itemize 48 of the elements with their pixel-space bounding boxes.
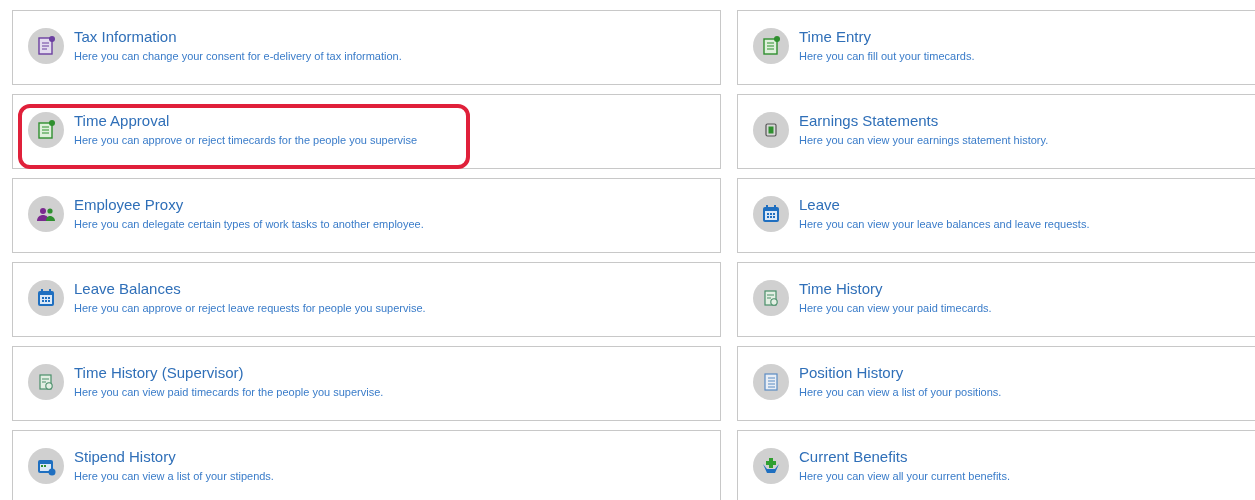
tile-description: Here you can approve or reject timecards for the people you supervise bbox=[74, 133, 417, 146]
people-icon bbox=[28, 195, 64, 232]
tile-title[interactable]: Time History bbox=[799, 279, 992, 297]
tile-card[interactable]: Position History Here you can view a list of your positions. bbox=[737, 346, 1255, 421]
tile-card[interactable]: Earnings Statements Here you can view your earnings statement history. bbox=[737, 94, 1255, 169]
tile-title[interactable]: Time Approval bbox=[74, 111, 417, 129]
clock-document-icon bbox=[28, 363, 64, 400]
calendar-icon bbox=[28, 279, 64, 316]
tile-title[interactable]: Time Entry bbox=[799, 27, 975, 45]
tile-description: Here you can view your paid timecards. bbox=[799, 301, 992, 314]
tile-description: Here you can fill out your timecards. bbox=[799, 49, 975, 62]
tile-title[interactable]: Employee Proxy bbox=[74, 195, 424, 213]
tile-title[interactable]: Leave Balances bbox=[74, 279, 426, 297]
tile-description: Here you can view your leave balances and leave requests. bbox=[799, 217, 1090, 230]
calendar-money-icon bbox=[28, 447, 64, 484]
timesheet-icon bbox=[753, 27, 789, 64]
tile-description: Here you can view a list of your positions. bbox=[799, 385, 1002, 398]
tile-description: Here you can view paid timecards for the people you supervise. bbox=[74, 385, 384, 398]
tile-description: Here you can change your consent for e-delivery of tax information. bbox=[74, 49, 402, 62]
timesheet-icon bbox=[28, 111, 64, 148]
tile-card[interactable]: Employee Proxy Here you can delegate certain types of work tasks to another employee. bbox=[12, 178, 721, 253]
tile-card[interactable]: Leave Here you can view your leave balances and leave requests. bbox=[737, 178, 1255, 253]
tile-card[interactable]: Time History Here you can view your paid timecards. bbox=[737, 262, 1255, 337]
tile-card[interactable]: Time Entry Here you can fill out your timecards. bbox=[737, 10, 1255, 85]
document-icon bbox=[28, 27, 64, 64]
hands-cross-icon bbox=[753, 447, 789, 484]
tile-title[interactable]: Leave bbox=[799, 195, 1090, 213]
list-document-icon bbox=[753, 363, 789, 400]
tile-title[interactable]: Earnings Statements bbox=[799, 111, 1049, 129]
tile-description: Here you can view a list of your stipends. bbox=[74, 469, 274, 482]
tile-description: Here you can delegate certain types of work tasks to another employee. bbox=[74, 217, 424, 230]
tile-card[interactable]: Current Benefits Here you can view all your current benefits. bbox=[737, 430, 1255, 500]
tile-title[interactable]: Stipend History bbox=[74, 447, 274, 465]
calendar-icon bbox=[753, 195, 789, 232]
tile-card[interactable]: Tax Information Here you can change your consent for e-delivery of tax information. bbox=[12, 10, 721, 85]
tile-card[interactable]: Leave Balances Here you can approve or reject leave requests for people you supervise. bbox=[12, 262, 721, 337]
tile-title[interactable]: Current Benefits bbox=[799, 447, 1010, 465]
tile-card[interactable]: Time History (Supervisor) Here you can view paid timecards for the people you supervise. bbox=[12, 346, 721, 421]
tile-card[interactable]: Stipend History Here you can view a list of your stipends. bbox=[12, 430, 721, 500]
tile-title[interactable]: Time History (Supervisor) bbox=[74, 363, 384, 381]
tile-title[interactable]: Position History bbox=[799, 363, 1002, 381]
money-document-icon bbox=[753, 111, 789, 148]
clock-document-icon bbox=[753, 279, 789, 316]
tile-description: Here you can view your earnings statement history. bbox=[799, 133, 1049, 146]
tile-title[interactable]: Tax Information bbox=[74, 27, 402, 45]
tile-card[interactable]: Time Approval Here you can approve or reject timecards for the people you supervise bbox=[12, 94, 721, 169]
tile-description: Here you can view all your current benefits. bbox=[799, 469, 1010, 482]
tile-description: Here you can approve or reject leave requests for people you supervise. bbox=[74, 301, 426, 314]
